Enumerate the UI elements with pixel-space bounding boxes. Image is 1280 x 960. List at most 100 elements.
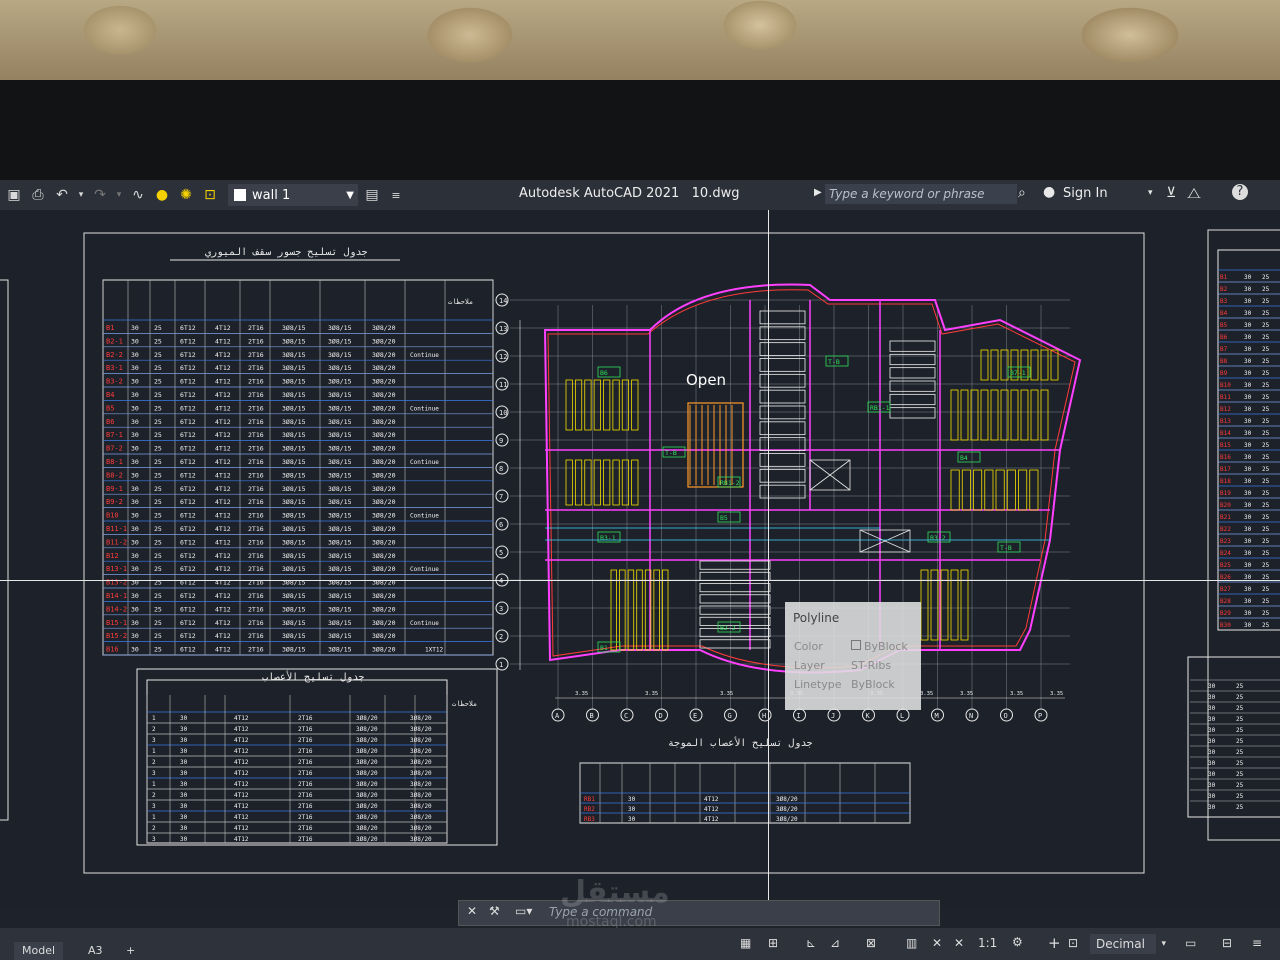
table-cell: 25 [1262, 382, 1270, 389]
osnap-icon[interactable]: ⊠ [866, 936, 876, 950]
table-cell: 25 [1236, 716, 1244, 723]
table-cell: 3Ø8/15 [328, 445, 352, 453]
isolate-icon[interactable]: ⊟ [1222, 936, 1232, 950]
redo-icon[interactable]: ↷ [90, 185, 110, 205]
beam-id: B8 [1220, 358, 1228, 365]
table-cell: 4T12 [215, 552, 231, 560]
rib [973, 469, 983, 511]
table-cell: 3Ø8/20 [356, 814, 378, 821]
table-cell: 3Ø8/20 [356, 759, 378, 766]
annotation-icon[interactable]: ✕ [932, 936, 942, 950]
table-cell: 30 [180, 781, 188, 788]
chevron-down-icon: ▼ [346, 189, 354, 201]
tab-model[interactable]: Model [14, 942, 64, 960]
beam-id: B16 [1220, 454, 1231, 461]
table-cell: 4T12 [234, 748, 249, 755]
app-menu-icon[interactable]: ▣ [4, 185, 24, 205]
layer-dropdown[interactable]: wall 1 ▼ [228, 184, 358, 206]
print-icon[interactable]: ⎙ [28, 185, 48, 205]
table-cell: 3Ø8/15 [282, 391, 306, 399]
grid-label: 2 [499, 633, 503, 641]
search-input[interactable]: Type a keyword or phrase [825, 184, 1017, 204]
table-cell: 30 [1244, 418, 1252, 425]
quick-properties-icon[interactable]: ▭ [1185, 936, 1196, 950]
polar-icon[interactable]: ⊿ [830, 936, 840, 950]
customize-toolbar-icon[interactable]: ≡ [386, 185, 406, 205]
grid-label: E [693, 712, 697, 720]
ortho-icon[interactable]: ⊾ [806, 936, 816, 950]
table-cell: 3Ø8/20 [372, 552, 396, 560]
search-expand-icon[interactable]: ▶ [814, 187, 822, 198]
table-cell: 3Ø8/20 [372, 565, 396, 573]
table-cell: 4T12 [215, 378, 231, 386]
table-cell: 30 [1208, 782, 1216, 789]
sun-icon[interactable]: ✺ [176, 185, 196, 205]
autodesk-a360-icon[interactable]: ⧍ [1187, 184, 1201, 202]
table-cell: 3Ø8/15 [282, 619, 306, 627]
annotation-visibility-icon[interactable]: ✕ [954, 936, 964, 950]
drawing-canvas[interactable]: جدول تسليح جسور سقف الميوري ملاحظات B1 30 25… [0, 210, 1280, 910]
plus-icon[interactable]: + [1048, 934, 1061, 952]
undo-dropdown-icon[interactable]: ▾ [76, 185, 86, 205]
grid-label: I [797, 712, 801, 720]
tab-a3[interactable]: A3 [80, 942, 111, 960]
rib [619, 569, 626, 651]
rib [759, 358, 806, 372]
help-icon[interactable]: ? [1232, 184, 1248, 200]
bulb-icon[interactable]: ● [152, 185, 172, 205]
table-cell: 4T12 [215, 337, 231, 345]
beam-id: B7-1 [106, 431, 123, 439]
sign-in-link[interactable]: Sign In [1063, 186, 1108, 201]
grid-icon[interactable]: ▦ [740, 936, 751, 950]
rib [1000, 349, 1009, 381]
rollover-tooltip: Polyline Color ByBlock Layer ST-Ribs Lin… [785, 602, 921, 710]
table-cell: 2T16 [298, 737, 313, 744]
table-cell: 4T12 [234, 759, 249, 766]
annotation-scale[interactable]: 1:1 [978, 936, 997, 950]
tab-add[interactable]: + [118, 942, 143, 960]
wrench-icon[interactable]: ⚒ [489, 904, 500, 918]
table-cell: 3Ø8/15 [328, 498, 352, 506]
table-cell: 4T12 [215, 538, 231, 546]
table-cell: 2T16 [248, 605, 264, 613]
close-icon[interactable]: ✕ [467, 904, 477, 918]
undo-icon[interactable]: ↶ [52, 185, 72, 205]
lock-icon[interactable]: ⊡ [200, 185, 220, 205]
redo-dropdown-icon[interactable]: ▾ [114, 185, 124, 205]
performance-icon[interactable]: ⊡ [1068, 936, 1078, 950]
sign-in-dropdown-icon[interactable]: ▾ [1148, 188, 1153, 198]
table-cell: 3Ø8/15 [282, 471, 306, 479]
layer-properties-icon[interactable]: ▤ [362, 185, 382, 205]
table-cell: 30 [1244, 586, 1252, 593]
cart-icon[interactable]: ⊻ [1166, 185, 1176, 201]
units-dropdown[interactable]: Decimal ▾ [1090, 934, 1166, 954]
table-cell: 25 [1262, 502, 1270, 509]
otrack-icon[interactable]: ▥ [906, 936, 917, 950]
snap-icon[interactable]: ⊞ [768, 936, 778, 950]
command-prompt-icon[interactable]: ▭▾ [515, 904, 532, 918]
open-area-label: Open [686, 371, 727, 389]
table-cell: 30 [1208, 804, 1216, 811]
table-cell: 3Ø8/20 [410, 726, 432, 733]
table-cell: 3Ø8/20 [356, 715, 378, 722]
settings-gear-icon[interactable]: ⚙ [1012, 935, 1023, 949]
customize-icon[interactable]: ≡ [1252, 936, 1262, 950]
wave-icon[interactable]: ∿ [128, 185, 148, 205]
grid-label: 10 [499, 409, 507, 417]
search-icon[interactable]: ⌕ [1018, 185, 1026, 201]
table-cell: 6T12 [180, 632, 196, 640]
table-cell: 30 [1244, 490, 1252, 497]
rib [603, 459, 611, 506]
table-cell: 3Ø8/15 [282, 512, 306, 520]
table-cell: 3Ø8/15 [282, 525, 306, 533]
table-cell: 30 [180, 715, 188, 722]
table-cell: 25 [1262, 538, 1270, 545]
table-cell: 25 [154, 619, 162, 627]
beam-id: B14-1 [106, 592, 127, 600]
rib [1040, 389, 1049, 441]
beam-id: B22 [1220, 526, 1231, 533]
table-cell: 3Ø8/15 [282, 431, 306, 439]
tooltip-layer-label: Layer [794, 659, 825, 672]
table-cell: 25 [154, 337, 162, 345]
rib [574, 379, 583, 431]
